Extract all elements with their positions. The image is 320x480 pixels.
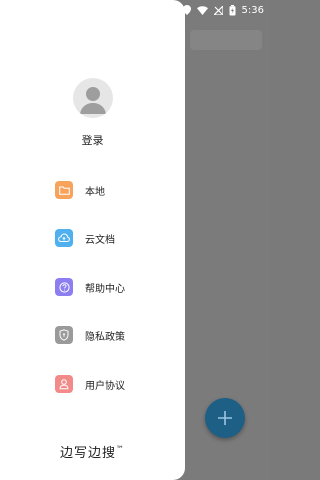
menu-item-label: 云文档 [85,234,115,246]
avatar[interactable] [73,78,113,118]
user-avatar-icon [80,87,106,114]
cloud-icon [55,229,73,247]
menu-item-label: 本地 [85,186,105,198]
app-bar-placeholder [190,30,262,50]
wifi-icon [196,5,208,15]
menu-item-label: 帮助中心 [85,283,125,295]
help-icon [55,278,73,296]
menu-item-user-agreement[interactable]: 用户协议 [55,374,125,394]
app-brand: 边写边搜™ [0,442,185,461]
navigation-drawer: 登录 本地 云文档 帮助中心 隐私政策 用户协议 边写边搜™ [0,0,185,480]
plus-icon [218,411,232,425]
brand-name: 边写边搜 [59,446,116,461]
no-signal-icon [213,5,223,15]
status-bar: 5:36 [175,0,270,20]
shield-icon [55,326,73,344]
menu-item-help-center[interactable]: 帮助中心 [55,277,125,297]
menu-item-cloud-docs[interactable]: 云文档 [55,228,115,248]
user-agreement-icon [55,375,73,393]
menu-item-label: 隐私政策 [85,331,125,343]
menu-item-local[interactable]: 本地 [55,180,105,200]
clock-time: 5:36 [241,4,264,16]
add-button[interactable] [205,398,245,438]
folder-icon [55,181,73,199]
login-link[interactable]: 登录 [0,132,185,148]
menu-item-label: 用户协议 [85,380,125,392]
trademark-symbol: ™ [116,444,125,454]
battery-icon [229,4,236,16]
menu-item-privacy-policy[interactable]: 隐私政策 [55,325,125,345]
